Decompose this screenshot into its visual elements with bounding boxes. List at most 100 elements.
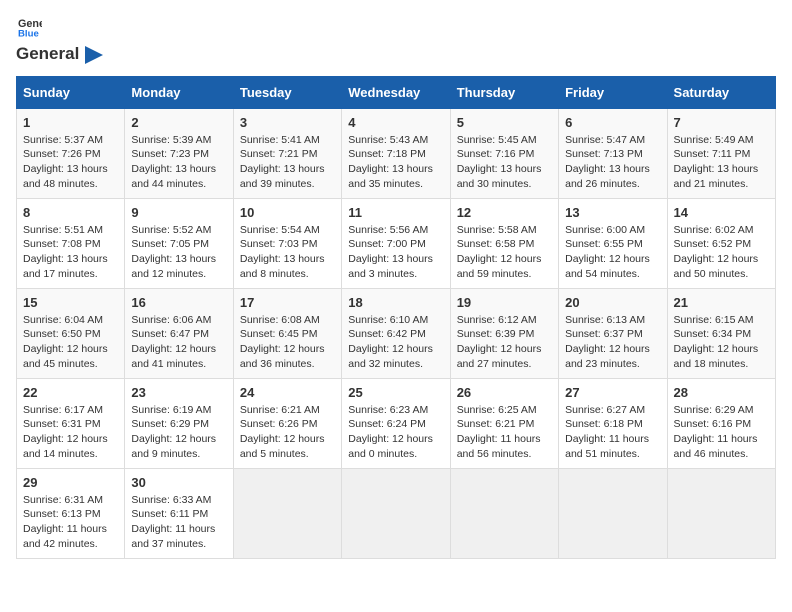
day-header-monday: Monday	[125, 76, 233, 108]
sunset-label: Sunset: 6:52 PM	[674, 238, 752, 250]
day-number: 13	[565, 205, 660, 220]
day-header-tuesday: Tuesday	[233, 76, 341, 108]
logo: General Blue General	[16, 16, 103, 64]
day-number: 10	[240, 205, 335, 220]
sunset-label: Sunset: 6:21 PM	[457, 418, 535, 430]
daylight-label: Daylight: 12 hours and 5 minutes.	[240, 433, 325, 460]
sunrise-label: Sunrise: 6:15 AM	[674, 314, 754, 326]
calendar-cell: 7 Sunrise: 5:49 AM Sunset: 7:11 PM Dayli…	[667, 108, 775, 198]
daylight-label: Daylight: 13 hours and 30 minutes.	[457, 163, 542, 190]
logo-text-line1: General	[16, 44, 79, 63]
sunset-label: Sunset: 7:05 PM	[131, 238, 209, 250]
week-row-3: 15 Sunrise: 6:04 AM Sunset: 6:50 PM Dayl…	[17, 288, 776, 378]
sunrise-label: Sunrise: 5:49 AM	[674, 134, 754, 146]
calendar-cell: 18 Sunrise: 6:10 AM Sunset: 6:42 PM Dayl…	[342, 288, 450, 378]
daylight-label: Daylight: 12 hours and 32 minutes.	[348, 343, 433, 370]
day-number: 11	[348, 205, 443, 220]
daylight-label: Daylight: 12 hours and 18 minutes.	[674, 343, 759, 370]
sunset-label: Sunset: 6:34 PM	[674, 328, 752, 340]
day-number: 3	[240, 115, 335, 130]
calendar-cell: 30 Sunrise: 6:33 AM Sunset: 6:11 PM Dayl…	[125, 468, 233, 558]
calendar-cell: 11 Sunrise: 5:56 AM Sunset: 7:00 PM Dayl…	[342, 198, 450, 288]
daylight-label: Daylight: 13 hours and 3 minutes.	[348, 253, 433, 280]
day-number: 27	[565, 385, 660, 400]
sunset-label: Sunset: 6:55 PM	[565, 238, 643, 250]
day-number: 30	[131, 475, 226, 490]
calendar-cell: 15 Sunrise: 6:04 AM Sunset: 6:50 PM Dayl…	[17, 288, 125, 378]
calendar-cell: 16 Sunrise: 6:06 AM Sunset: 6:47 PM Dayl…	[125, 288, 233, 378]
sunset-label: Sunset: 6:24 PM	[348, 418, 426, 430]
sunset-label: Sunset: 6:11 PM	[131, 508, 208, 520]
calendar-cell	[342, 468, 450, 558]
logo-arrow-icon	[85, 46, 103, 64]
svg-text:Blue: Blue	[18, 28, 39, 39]
calendar-cell: 12 Sunrise: 5:58 AM Sunset: 6:58 PM Dayl…	[450, 198, 558, 288]
sunset-label: Sunset: 7:21 PM	[240, 148, 318, 160]
sunrise-label: Sunrise: 5:39 AM	[131, 134, 211, 146]
sunrise-label: Sunrise: 6:31 AM	[23, 494, 103, 506]
week-row-2: 8 Sunrise: 5:51 AM Sunset: 7:08 PM Dayli…	[17, 198, 776, 288]
daylight-label: Daylight: 12 hours and 27 minutes.	[457, 343, 542, 370]
sunset-label: Sunset: 7:11 PM	[674, 148, 751, 160]
sunset-label: Sunset: 7:26 PM	[23, 148, 101, 160]
daylight-label: Daylight: 12 hours and 54 minutes.	[565, 253, 650, 280]
day-header-thursday: Thursday	[450, 76, 558, 108]
daylight-label: Daylight: 12 hours and 59 minutes.	[457, 253, 542, 280]
calendar-cell: 5 Sunrise: 5:45 AM Sunset: 7:16 PM Dayli…	[450, 108, 558, 198]
day-header-friday: Friday	[559, 76, 667, 108]
daylight-label: Daylight: 13 hours and 39 minutes.	[240, 163, 325, 190]
sunset-label: Sunset: 6:16 PM	[674, 418, 752, 430]
sunrise-label: Sunrise: 6:33 AM	[131, 494, 211, 506]
calendar-cell: 24 Sunrise: 6:21 AM Sunset: 6:26 PM Dayl…	[233, 378, 341, 468]
sunrise-label: Sunrise: 6:23 AM	[348, 404, 428, 416]
calendar-cell: 13 Sunrise: 6:00 AM Sunset: 6:55 PM Dayl…	[559, 198, 667, 288]
sunrise-label: Sunrise: 5:51 AM	[23, 224, 103, 236]
daylight-label: Daylight: 13 hours and 35 minutes.	[348, 163, 433, 190]
day-header-saturday: Saturday	[667, 76, 775, 108]
calendar-header-row: SundayMondayTuesdayWednesdayThursdayFrid…	[17, 76, 776, 108]
calendar-cell: 14 Sunrise: 6:02 AM Sunset: 6:52 PM Dayl…	[667, 198, 775, 288]
sunset-label: Sunset: 6:13 PM	[23, 508, 101, 520]
calendar-cell: 2 Sunrise: 5:39 AM Sunset: 7:23 PM Dayli…	[125, 108, 233, 198]
sunrise-label: Sunrise: 6:27 AM	[565, 404, 645, 416]
day-number: 25	[348, 385, 443, 400]
sunset-label: Sunset: 6:37 PM	[565, 328, 643, 340]
sunrise-label: Sunrise: 5:43 AM	[348, 134, 428, 146]
sunrise-label: Sunrise: 5:54 AM	[240, 224, 320, 236]
sunrise-label: Sunrise: 5:47 AM	[565, 134, 645, 146]
daylight-label: Daylight: 11 hours and 51 minutes.	[565, 433, 649, 460]
sunset-label: Sunset: 6:31 PM	[23, 418, 101, 430]
sunrise-label: Sunrise: 6:06 AM	[131, 314, 211, 326]
day-number: 15	[23, 295, 118, 310]
sunset-label: Sunset: 6:47 PM	[131, 328, 209, 340]
daylight-label: Daylight: 11 hours and 56 minutes.	[457, 433, 541, 460]
day-number: 12	[457, 205, 552, 220]
day-number: 19	[457, 295, 552, 310]
sunset-label: Sunset: 7:16 PM	[457, 148, 535, 160]
sunrise-label: Sunrise: 6:29 AM	[674, 404, 754, 416]
day-number: 16	[131, 295, 226, 310]
sunrise-label: Sunrise: 6:00 AM	[565, 224, 645, 236]
sunrise-label: Sunrise: 6:04 AM	[23, 314, 103, 326]
daylight-label: Daylight: 12 hours and 14 minutes.	[23, 433, 108, 460]
sunset-label: Sunset: 6:26 PM	[240, 418, 318, 430]
day-number: 17	[240, 295, 335, 310]
sunrise-label: Sunrise: 5:58 AM	[457, 224, 537, 236]
sunset-label: Sunset: 6:50 PM	[23, 328, 101, 340]
calendar-cell: 8 Sunrise: 5:51 AM Sunset: 7:08 PM Dayli…	[17, 198, 125, 288]
daylight-label: Daylight: 12 hours and 45 minutes.	[23, 343, 108, 370]
day-number: 6	[565, 115, 660, 130]
calendar-cell: 25 Sunrise: 6:23 AM Sunset: 6:24 PM Dayl…	[342, 378, 450, 468]
daylight-label: Daylight: 13 hours and 21 minutes.	[674, 163, 759, 190]
week-row-1: 1 Sunrise: 5:37 AM Sunset: 7:26 PM Dayli…	[17, 108, 776, 198]
daylight-label: Daylight: 11 hours and 42 minutes.	[23, 523, 107, 550]
day-number: 8	[23, 205, 118, 220]
calendar-cell: 21 Sunrise: 6:15 AM Sunset: 6:34 PM Dayl…	[667, 288, 775, 378]
calendar-cell	[450, 468, 558, 558]
calendar-cell: 1 Sunrise: 5:37 AM Sunset: 7:26 PM Dayli…	[17, 108, 125, 198]
calendar-cell: 19 Sunrise: 6:12 AM Sunset: 6:39 PM Dayl…	[450, 288, 558, 378]
sunrise-label: Sunrise: 6:12 AM	[457, 314, 537, 326]
calendar-cell: 26 Sunrise: 6:25 AM Sunset: 6:21 PM Dayl…	[450, 378, 558, 468]
day-number: 24	[240, 385, 335, 400]
calendar-cell: 20 Sunrise: 6:13 AM Sunset: 6:37 PM Dayl…	[559, 288, 667, 378]
